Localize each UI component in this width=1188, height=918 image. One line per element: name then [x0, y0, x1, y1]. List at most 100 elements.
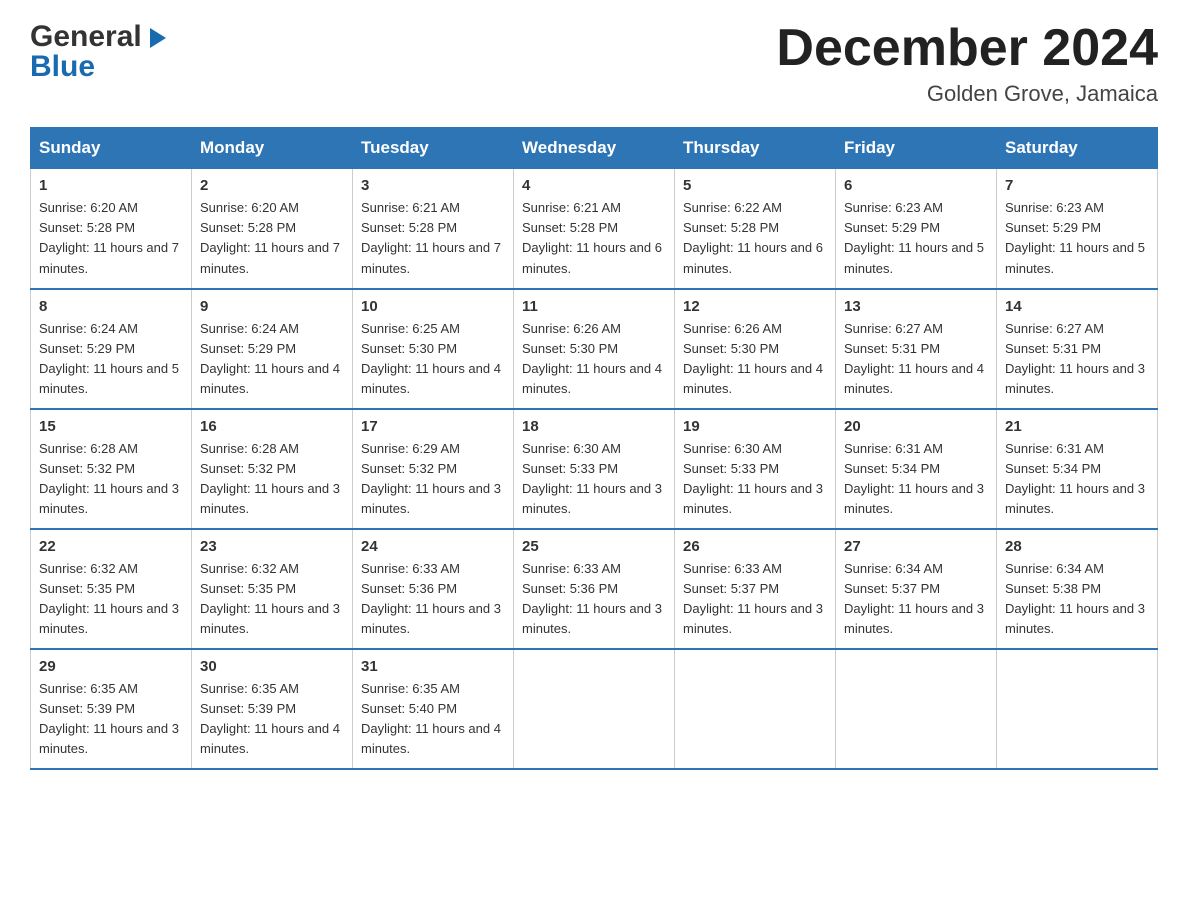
- day-info: Sunrise: 6:30 AMSunset: 5:33 PMDaylight:…: [522, 441, 662, 516]
- day-number: 5: [683, 177, 827, 194]
- day-number: 8: [39, 298, 183, 315]
- day-info: Sunrise: 6:24 AMSunset: 5:29 PMDaylight:…: [39, 321, 179, 396]
- day-number: 4: [522, 177, 666, 194]
- calendar-day-cell: 21 Sunrise: 6:31 AMSunset: 5:34 PMDaylig…: [997, 409, 1158, 529]
- day-info: Sunrise: 6:26 AMSunset: 5:30 PMDaylight:…: [683, 321, 823, 396]
- calendar-day-cell: 23 Sunrise: 6:32 AMSunset: 5:35 PMDaylig…: [192, 529, 353, 649]
- day-info: Sunrise: 6:23 AMSunset: 5:29 PMDaylight:…: [1005, 200, 1145, 275]
- day-info: Sunrise: 6:21 AMSunset: 5:28 PMDaylight:…: [361, 200, 501, 275]
- calendar-day-cell: 11 Sunrise: 6:26 AMSunset: 5:30 PMDaylig…: [514, 289, 675, 409]
- day-info: Sunrise: 6:34 AMSunset: 5:37 PMDaylight:…: [844, 561, 984, 636]
- day-number: 22: [39, 538, 183, 555]
- day-number: 13: [844, 298, 988, 315]
- day-info: Sunrise: 6:27 AMSunset: 5:31 PMDaylight:…: [844, 321, 984, 396]
- day-number: 11: [522, 298, 666, 315]
- day-info: Sunrise: 6:31 AMSunset: 5:34 PMDaylight:…: [1005, 441, 1145, 516]
- day-number: 19: [683, 418, 827, 435]
- day-info: Sunrise: 6:29 AMSunset: 5:32 PMDaylight:…: [361, 441, 501, 516]
- page-header: General Blue December 2024 Golden Grove,…: [30, 20, 1158, 107]
- calendar-day-cell: 14 Sunrise: 6:27 AMSunset: 5:31 PMDaylig…: [997, 289, 1158, 409]
- day-number: 3: [361, 177, 505, 194]
- calendar-day-cell: 6 Sunrise: 6:23 AMSunset: 5:29 PMDayligh…: [836, 169, 997, 289]
- calendar-day-cell: 22 Sunrise: 6:32 AMSunset: 5:35 PMDaylig…: [31, 529, 192, 649]
- calendar-day-cell: 8 Sunrise: 6:24 AMSunset: 5:29 PMDayligh…: [31, 289, 192, 409]
- calendar-table: Sunday Monday Tuesday Wednesday Thursday…: [30, 127, 1158, 770]
- day-info: Sunrise: 6:35 AMSunset: 5:39 PMDaylight:…: [200, 681, 340, 756]
- day-info: Sunrise: 6:20 AMSunset: 5:28 PMDaylight:…: [200, 200, 340, 275]
- day-info: Sunrise: 6:32 AMSunset: 5:35 PMDaylight:…: [39, 561, 179, 636]
- calendar-day-cell: 12 Sunrise: 6:26 AMSunset: 5:30 PMDaylig…: [675, 289, 836, 409]
- calendar-week-row: 8 Sunrise: 6:24 AMSunset: 5:29 PMDayligh…: [31, 289, 1158, 409]
- title-area: December 2024 Golden Grove, Jamaica: [776, 20, 1158, 107]
- calendar-day-cell: 3 Sunrise: 6:21 AMSunset: 5:28 PMDayligh…: [353, 169, 514, 289]
- col-thursday: Thursday: [675, 128, 836, 169]
- calendar-day-cell: [675, 649, 836, 769]
- calendar-day-cell: 27 Sunrise: 6:34 AMSunset: 5:37 PMDaylig…: [836, 529, 997, 649]
- day-info: Sunrise: 6:33 AMSunset: 5:37 PMDaylight:…: [683, 561, 823, 636]
- day-info: Sunrise: 6:35 AMSunset: 5:39 PMDaylight:…: [39, 681, 179, 756]
- day-number: 10: [361, 298, 505, 315]
- day-info: Sunrise: 6:30 AMSunset: 5:33 PMDaylight:…: [683, 441, 823, 516]
- calendar-week-row: 29 Sunrise: 6:35 AMSunset: 5:39 PMDaylig…: [31, 649, 1158, 769]
- calendar-day-cell: 28 Sunrise: 6:34 AMSunset: 5:38 PMDaylig…: [997, 529, 1158, 649]
- day-info: Sunrise: 6:26 AMSunset: 5:30 PMDaylight:…: [522, 321, 662, 396]
- day-number: 12: [683, 298, 827, 315]
- calendar-day-cell: 9 Sunrise: 6:24 AMSunset: 5:29 PMDayligh…: [192, 289, 353, 409]
- calendar-week-row: 22 Sunrise: 6:32 AMSunset: 5:35 PMDaylig…: [31, 529, 1158, 649]
- calendar-day-cell: [836, 649, 997, 769]
- day-info: Sunrise: 6:32 AMSunset: 5:35 PMDaylight:…: [200, 561, 340, 636]
- day-info: Sunrise: 6:21 AMSunset: 5:28 PMDaylight:…: [522, 200, 662, 275]
- day-info: Sunrise: 6:35 AMSunset: 5:40 PMDaylight:…: [361, 681, 501, 756]
- day-number: 21: [1005, 418, 1149, 435]
- day-info: Sunrise: 6:25 AMSunset: 5:30 PMDaylight:…: [361, 321, 501, 396]
- calendar-day-cell: [997, 649, 1158, 769]
- day-info: Sunrise: 6:23 AMSunset: 5:29 PMDaylight:…: [844, 200, 984, 275]
- logo-general-text: General: [30, 20, 142, 54]
- calendar-day-cell: 17 Sunrise: 6:29 AMSunset: 5:32 PMDaylig…: [353, 409, 514, 529]
- calendar-header-row: Sunday Monday Tuesday Wednesday Thursday…: [31, 128, 1158, 169]
- calendar-day-cell: 5 Sunrise: 6:22 AMSunset: 5:28 PMDayligh…: [675, 169, 836, 289]
- day-number: 16: [200, 418, 344, 435]
- day-number: 26: [683, 538, 827, 555]
- calendar-day-cell: 7 Sunrise: 6:23 AMSunset: 5:29 PMDayligh…: [997, 169, 1158, 289]
- calendar-week-row: 1 Sunrise: 6:20 AMSunset: 5:28 PMDayligh…: [31, 169, 1158, 289]
- day-number: 6: [844, 177, 988, 194]
- month-title: December 2024: [776, 20, 1158, 77]
- day-info: Sunrise: 6:33 AMSunset: 5:36 PMDaylight:…: [522, 561, 662, 636]
- col-saturday: Saturday: [997, 128, 1158, 169]
- col-wednesday: Wednesday: [514, 128, 675, 169]
- day-number: 2: [200, 177, 344, 194]
- day-info: Sunrise: 6:20 AMSunset: 5:28 PMDaylight:…: [39, 200, 179, 275]
- calendar-week-row: 15 Sunrise: 6:28 AMSunset: 5:32 PMDaylig…: [31, 409, 1158, 529]
- calendar-day-cell: 18 Sunrise: 6:30 AMSunset: 5:33 PMDaylig…: [514, 409, 675, 529]
- day-info: Sunrise: 6:24 AMSunset: 5:29 PMDaylight:…: [200, 321, 340, 396]
- col-tuesday: Tuesday: [353, 128, 514, 169]
- col-monday: Monday: [192, 128, 353, 169]
- day-info: Sunrise: 6:28 AMSunset: 5:32 PMDaylight:…: [200, 441, 340, 516]
- day-number: 17: [361, 418, 505, 435]
- day-number: 24: [361, 538, 505, 555]
- calendar-day-cell: 2 Sunrise: 6:20 AMSunset: 5:28 PMDayligh…: [192, 169, 353, 289]
- col-sunday: Sunday: [31, 128, 192, 169]
- day-number: 27: [844, 538, 988, 555]
- day-number: 20: [844, 418, 988, 435]
- day-number: 1: [39, 177, 183, 194]
- calendar-day-cell: 24 Sunrise: 6:33 AMSunset: 5:36 PMDaylig…: [353, 529, 514, 649]
- day-number: 23: [200, 538, 344, 555]
- calendar-day-cell: 19 Sunrise: 6:30 AMSunset: 5:33 PMDaylig…: [675, 409, 836, 529]
- day-number: 29: [39, 658, 183, 675]
- day-number: 9: [200, 298, 344, 315]
- logo-arrow-icon: [144, 24, 172, 52]
- day-info: Sunrise: 6:27 AMSunset: 5:31 PMDaylight:…: [1005, 321, 1145, 396]
- calendar-day-cell: 16 Sunrise: 6:28 AMSunset: 5:32 PMDaylig…: [192, 409, 353, 529]
- col-friday: Friday: [836, 128, 997, 169]
- calendar-day-cell: [514, 649, 675, 769]
- calendar-day-cell: 10 Sunrise: 6:25 AMSunset: 5:30 PMDaylig…: [353, 289, 514, 409]
- day-number: 31: [361, 658, 505, 675]
- day-number: 7: [1005, 177, 1149, 194]
- day-info: Sunrise: 6:33 AMSunset: 5:36 PMDaylight:…: [361, 561, 501, 636]
- logo: General Blue: [30, 20, 172, 84]
- day-number: 15: [39, 418, 183, 435]
- day-info: Sunrise: 6:28 AMSunset: 5:32 PMDaylight:…: [39, 441, 179, 516]
- calendar-day-cell: 29 Sunrise: 6:35 AMSunset: 5:39 PMDaylig…: [31, 649, 192, 769]
